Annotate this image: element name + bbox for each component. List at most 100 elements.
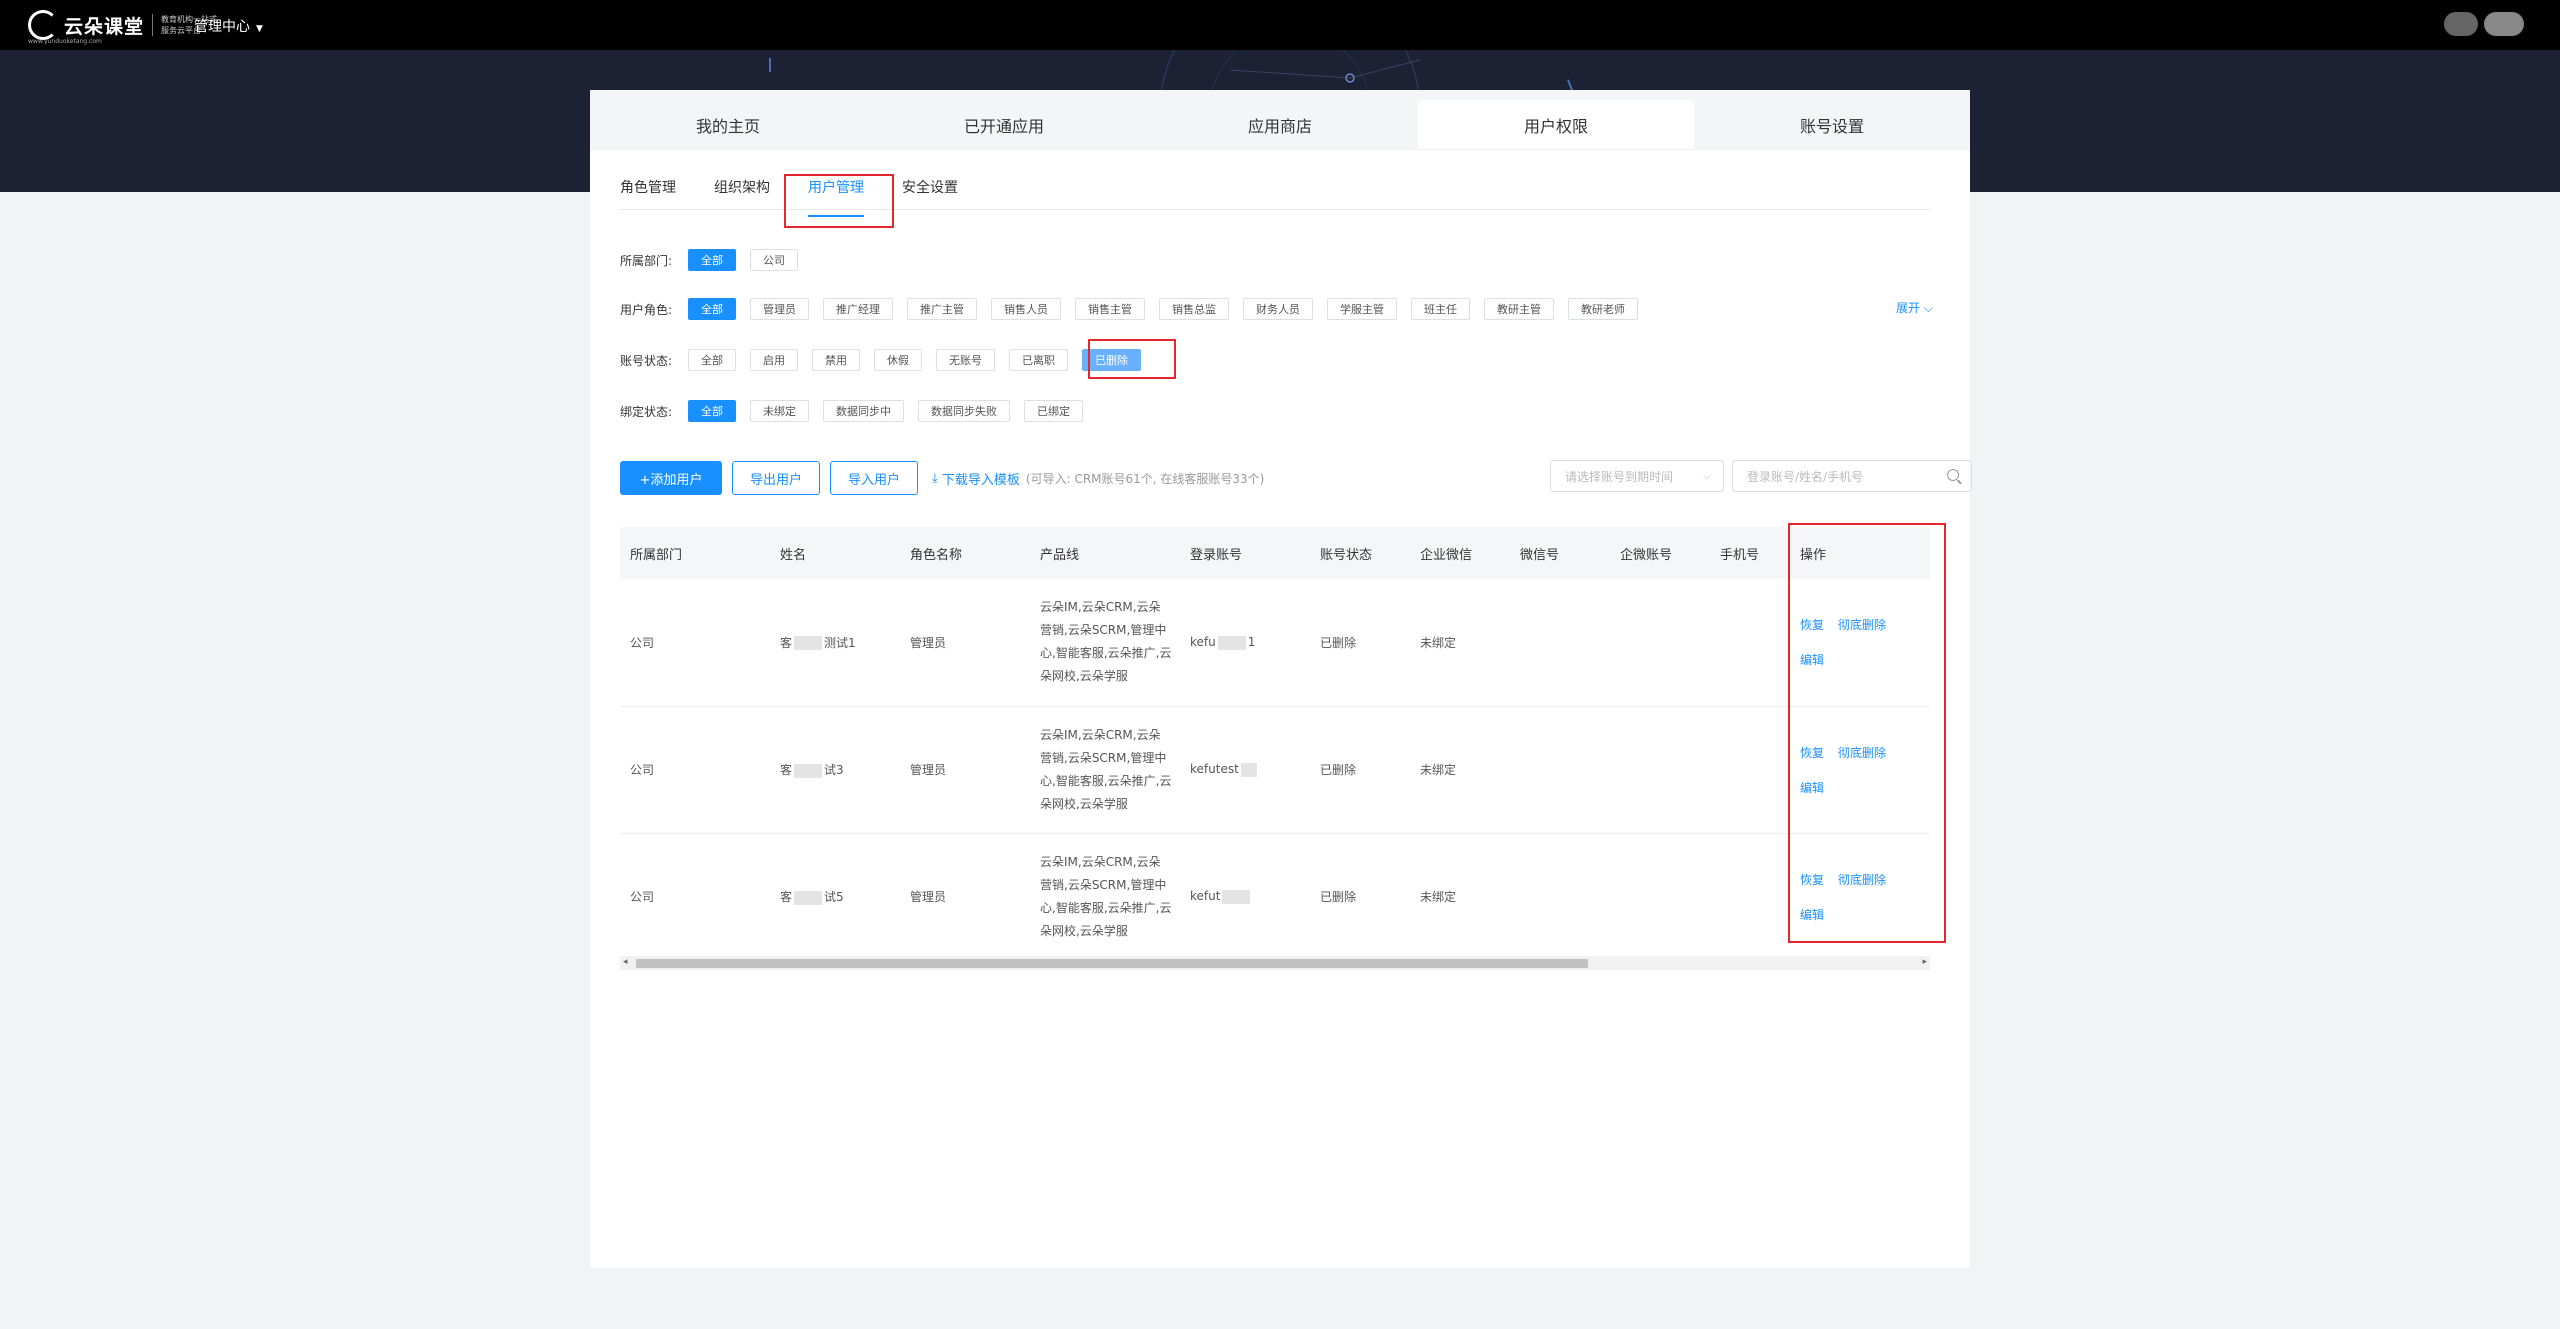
- col-wecom-account: 企微账号: [1610, 527, 1710, 579]
- chip-role-sales-supervisor[interactable]: 销售主管: [1075, 298, 1145, 320]
- chip-bind-sync-failed[interactable]: 数据同步失败: [918, 400, 1010, 422]
- search-input[interactable]: 登录账号/姓名/手机号: [1732, 460, 1972, 492]
- expand-link[interactable]: 展开 ⌵: [1896, 299, 1933, 316]
- chip-bind-all[interactable]: 全部: [688, 400, 736, 422]
- cell-login: kefut: [1180, 833, 1310, 961]
- filter-label: 所属部门:: [620, 253, 673, 268]
- cell-status: 已删除: [1310, 706, 1410, 834]
- tab-label: 账号设置: [1799, 116, 1864, 136]
- chip-bind-syncing[interactable]: 数据同步中: [823, 400, 904, 422]
- subtab-security-settings[interactable]: 安全设置: [902, 174, 958, 209]
- cell-wecom-account: [1610, 706, 1710, 834]
- chip-bind-bound[interactable]: 已绑定: [1024, 400, 1083, 422]
- table-row: 公司 客 测试1 管理员 云朵IM,云朵CRM,云朵营销,云朵SCRM,管理中心,…: [620, 579, 1930, 707]
- tab-label: 应用商店: [1247, 116, 1312, 136]
- chip-role-research-supervisor[interactable]: 教研主管: [1484, 298, 1554, 320]
- chip-bind-unbound[interactable]: 未绑定: [750, 400, 809, 422]
- chip-role-research-teacher[interactable]: 教研老师: [1568, 298, 1638, 320]
- chip-role-all[interactable]: 全部: [688, 298, 736, 320]
- add-user-button[interactable]: +添加用户: [620, 461, 722, 495]
- cloud-logo-icon: [28, 10, 58, 40]
- chip-dept-company[interactable]: 公司: [750, 249, 798, 271]
- management-center-menu[interactable]: 管理中心 ▼: [194, 16, 263, 36]
- login-suffix: 1: [1247, 635, 1256, 649]
- cell-phone: [1710, 706, 1790, 834]
- user-table: 所属部门 姓名 角色名称 产品线 登录账号 账号状态 企业微信 微信号 企微账号…: [620, 527, 1930, 961]
- tab-app-store[interactable]: 应用商店: [1142, 100, 1418, 149]
- chip-status-no-account[interactable]: 无账号: [936, 349, 995, 371]
- subtab-org-structure[interactable]: 组织架构: [714, 174, 770, 209]
- chip-role-sales-director[interactable]: 销售总监: [1159, 298, 1229, 320]
- cell-wechat: [1510, 833, 1610, 961]
- subtab-role-management[interactable]: 角色管理: [620, 174, 676, 209]
- chip-role-sales[interactable]: 销售人员: [991, 298, 1061, 320]
- table-header-row: 所属部门 姓名 角色名称 产品线 登录账号 账号状态 企业微信 微信号 企微账号…: [620, 527, 1930, 579]
- col-dept: 所属部门: [620, 527, 770, 579]
- scroll-right-icon[interactable]: ▸: [1922, 957, 1927, 967]
- redacted-text: [794, 763, 823, 778]
- chevron-down-icon: ▼: [256, 24, 263, 34]
- import-quota-hint: (可导入: CRM账号61个, 在线客服账号33个): [1025, 471, 1265, 486]
- download-icon: ⤓: [932, 470, 942, 486]
- cell-login: kefu 1: [1180, 579, 1310, 707]
- scrollbar-thumb[interactable]: [636, 959, 1588, 968]
- tab-label: 用户权限: [1523, 116, 1588, 136]
- content-card: 我的主页 已开通应用 应用商店 用户权限 账号设置 角色管理 组织架构 用户管理…: [590, 90, 1972, 1268]
- table-horizontal-scrollbar[interactable]: ◂ ▸: [620, 956, 1930, 970]
- filter-label: 账号状态:: [620, 353, 673, 368]
- download-template-label: 下载导入模板: [941, 472, 1020, 488]
- chip-dept-all[interactable]: 全部: [688, 249, 736, 271]
- chevron-down-icon: ⌵: [1703, 470, 1711, 482]
- tab-account-settings[interactable]: 账号设置: [1694, 100, 1970, 149]
- cell-role: 管理员: [900, 579, 1030, 707]
- redacted-text: [794, 890, 823, 905]
- cell-products: 云朵IM,云朵CRM,云朵营销,云朵SCRM,管理中心,智能客服,云朵推广,云朵…: [1030, 833, 1180, 961]
- chip-role-finance[interactable]: 财务人员: [1243, 298, 1313, 320]
- tab-my-home[interactable]: 我的主页: [590, 100, 866, 149]
- chip-status-resigned[interactable]: 已离职: [1009, 349, 1068, 371]
- chip-status-vacation[interactable]: 休假: [874, 349, 922, 371]
- chip-status-all[interactable]: 全部: [688, 349, 736, 371]
- cell-name: 客 试3: [770, 706, 900, 834]
- col-name: 姓名: [770, 527, 900, 579]
- logo-url: www.yunduoketang.com: [28, 38, 102, 45]
- col-login: 登录账号: [1180, 527, 1310, 579]
- chip-role-promo-supervisor[interactable]: 推广主管: [907, 298, 977, 320]
- cell-phone: [1710, 579, 1790, 707]
- cell-wechat: [1510, 579, 1610, 707]
- chip-role-student-service[interactable]: 学服主管: [1327, 298, 1397, 320]
- chip-status-enabled[interactable]: 启用: [750, 349, 798, 371]
- tab-activated-apps[interactable]: 已开通应用: [866, 100, 1142, 149]
- highlight-user-management: [784, 174, 894, 228]
- name-prefix: 客: [780, 890, 793, 904]
- user-avatar[interactable]: [2444, 12, 2524, 36]
- cell-wecom: 未绑定: [1410, 579, 1510, 707]
- cell-dept: 公司: [620, 833, 770, 961]
- export-users-button[interactable]: 导出用户: [732, 461, 820, 495]
- filter-label: 用户角色:: [620, 302, 673, 317]
- cell-dept: 公司: [620, 706, 770, 834]
- cell-phone: [1710, 833, 1790, 961]
- main-tabs: 我的主页 已开通应用 应用商店 用户权限 账号设置: [590, 90, 1970, 150]
- table-row: 公司 客 试5 管理员 云朵IM,云朵CRM,云朵营销,云朵SCRM,管理中心,智…: [620, 833, 1930, 961]
- expand-label: 展开: [1896, 301, 1921, 315]
- expire-time-select[interactable]: 请选择账号到期时间 ⌵: [1550, 460, 1724, 492]
- filter-account-status: 账号状态: 全部 启用 禁用 休假 无账号 已离职 已删除: [620, 349, 1155, 371]
- tab-label: 已开通应用: [963, 116, 1044, 136]
- tab-user-permissions[interactable]: 用户权限: [1418, 100, 1694, 149]
- logo[interactable]: 云朵课堂 教育机构一站式服务云平台 www.yunduoketang.com: [28, 10, 217, 45]
- blurred-user-info: [2444, 12, 2478, 36]
- import-users-button[interactable]: 导入用户: [830, 461, 918, 495]
- download-template-link[interactable]: ⤓ 下载导入模板: [932, 469, 1020, 488]
- filter-department: 所属部门: 全部 公司: [620, 249, 812, 271]
- chip-role-admin[interactable]: 管理员: [750, 298, 809, 320]
- col-wechat: 微信号: [1510, 527, 1610, 579]
- redacted-text: [1240, 762, 1257, 777]
- highlight-deleted-status: [1088, 339, 1176, 379]
- chip-status-disabled[interactable]: 禁用: [812, 349, 860, 371]
- chip-role-class-teacher[interactable]: 班主任: [1411, 298, 1470, 320]
- chip-role-promo-manager[interactable]: 推广经理: [823, 298, 893, 320]
- scroll-left-icon[interactable]: ◂: [623, 957, 628, 967]
- user-toolbar: +添加用户 导出用户 导入用户 ⤓ 下载导入模板 (可导入: CRM账号61个,…: [620, 460, 1972, 496]
- select-placeholder: 请选择账号到期时间: [1565, 469, 1674, 484]
